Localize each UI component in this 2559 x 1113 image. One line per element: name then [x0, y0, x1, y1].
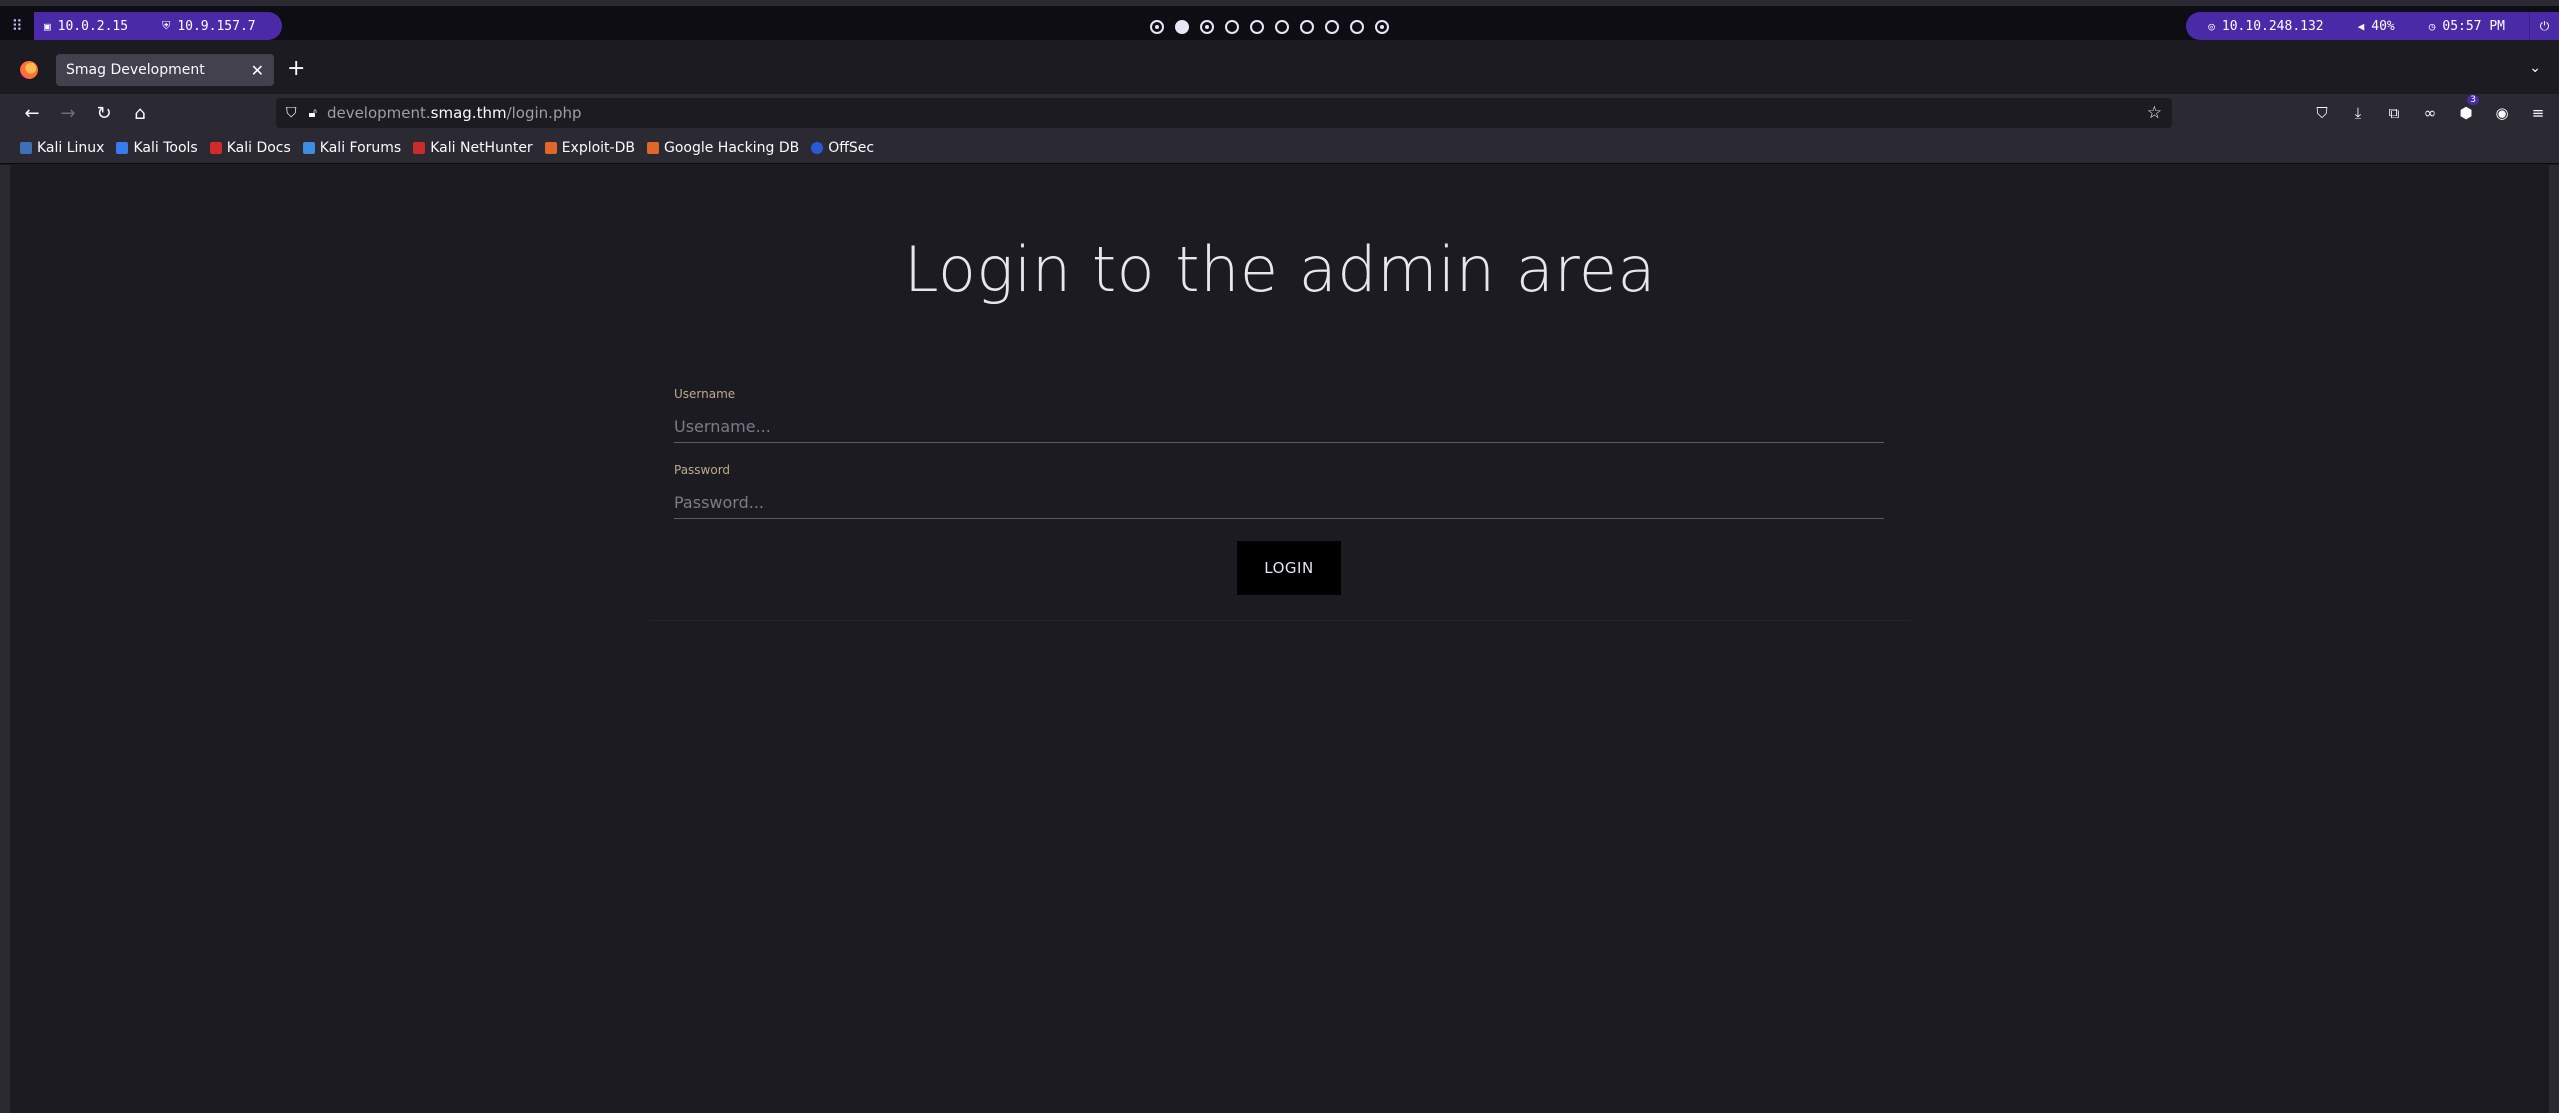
system-bar-right: ◎ 10.10.248.132 ◀ 40% ◷ 05:57 PM ⏻: [2186, 12, 2559, 40]
shield-icon: ⛨: [162, 19, 171, 32]
workspace-7[interactable]: [1300, 20, 1314, 34]
page-title: Login to the admin area: [904, 233, 1656, 306]
home-button[interactable]: ⌂: [128, 101, 152, 125]
extension-badge: 3: [2467, 95, 2479, 105]
pocket-icon[interactable]: ⛉: [2311, 101, 2333, 125]
navigation-bar: ← → ↻ ⌂ ⛉ 🔓︎ development.smag.thm/login.…: [0, 94, 2559, 132]
bookmark-kali-docs[interactable]: Kali Docs: [209, 140, 291, 156]
target-icon: ◎: [2208, 19, 2215, 33]
kali-linux-icon: [20, 141, 32, 154]
chevron-down-icon[interactable]: ⌄: [2529, 60, 2541, 76]
volume[interactable]: ◀ 40%: [2358, 19, 2395, 34]
bookmark-kali-tools[interactable]: Kali Tools: [116, 140, 198, 156]
target-ip: ◎ 10.10.248.132: [2208, 18, 2324, 34]
arrow-right-icon: →: [60, 102, 76, 124]
bookmark-google-hacking-db[interactable]: Google Hacking DB: [646, 140, 799, 156]
grid-icon[interactable]: ⠿: [0, 12, 34, 40]
kali-nethunter-icon: [413, 141, 426, 154]
tab-bar: Smag Development ✕ + ⌄: [0, 46, 2559, 94]
power-icon[interactable]: ⏻: [2529, 12, 2559, 40]
back-button[interactable]: ←: [20, 101, 44, 125]
workspace-1[interactable]: [1150, 20, 1164, 34]
bookmark-kali-nethunter[interactable]: Kali NetHunter: [413, 140, 533, 156]
local-ip: ▣ 10.0.2.15: [44, 18, 129, 34]
status-pill: ◎ 10.10.248.132 ◀ 40% ◷ 05:57 PM: [2186, 12, 2529, 40]
system-bar: ⠿ ▣ 10.0.2.15 ⛨ 10.9.157.7 ◎ 10.10.248.1…: [0, 0, 2559, 40]
bookmark-offsec[interactable]: OffSec: [811, 140, 874, 156]
workspace-9[interactable]: [1350, 20, 1364, 34]
page-viewport: Login to the admin area Username Passwor…: [10, 165, 2549, 1113]
bookmarks-bar: Kali Linux Kali Tools Kali Docs Kali For…: [0, 132, 2559, 164]
speaker-icon: ◀: [2357, 19, 2365, 33]
window-border: [0, 165, 10, 1113]
workspace-10[interactable]: [1375, 20, 1389, 34]
google-hacking-db-icon: [646, 141, 659, 154]
workspace-switcher: [1150, 20, 1389, 34]
clock-icon: ◷: [2428, 19, 2436, 33]
workspace-3[interactable]: [1200, 20, 1214, 34]
username-field-group: Username: [674, 387, 1884, 443]
system-bar-left: ⠿ ▣ 10.0.2.15 ⛨ 10.9.157.7: [0, 12, 282, 40]
extensions-icon[interactable]: ⧉: [2383, 101, 2405, 125]
login-card: Login to the admin area Username Passwor…: [650, 177, 1910, 621]
new-tab-button[interactable]: +: [287, 58, 305, 80]
hamburger-menu-icon[interactable]: ≡: [2527, 101, 2549, 125]
ublock-icon[interactable]: ⬢ 3: [2455, 95, 2479, 125]
password-field-group: Password: [674, 463, 1884, 519]
kali-tools-icon: [116, 141, 129, 154]
toolbar-icons: ⛉ ⤓ ⧉ ∞ ⬢ 3 ◉ ≡: [2311, 95, 2549, 125]
workspace-4[interactable]: [1225, 20, 1239, 34]
tab-smag-development[interactable]: Smag Development ✕: [56, 54, 274, 86]
url-text[interactable]: development.smag.thm/login.php: [327, 104, 582, 122]
network-pill: ▣ 10.0.2.15 ⛨ 10.9.157.7: [34, 12, 282, 40]
scrollbar[interactable]: [2549, 165, 2559, 1113]
firefox-icon: [20, 61, 38, 79]
bookmark-kali-linux[interactable]: Kali Linux: [20, 140, 104, 156]
kali-docs-icon: [209, 141, 222, 154]
workspace-2[interactable]: [1175, 20, 1189, 34]
exploit-db-icon: [544, 141, 557, 154]
foxyproxy-icon[interactable]: ∞: [2419, 101, 2441, 125]
workspace-5[interactable]: [1250, 20, 1264, 34]
bookmark-exploit-db[interactable]: Exploit-DB: [544, 140, 635, 156]
reload-icon: ↻: [96, 102, 112, 124]
download-icon[interactable]: ⤓: [2347, 101, 2369, 125]
clock: ◷ 05:57 PM: [2428, 18, 2505, 34]
username-input[interactable]: [674, 411, 1884, 443]
tracking-protection-icon[interactable]: ⛉: [286, 105, 297, 121]
bookmark-kali-forums[interactable]: Kali Forums: [302, 140, 401, 156]
forward-button[interactable]: →: [56, 101, 80, 125]
monitor-icon: ▣: [44, 19, 51, 33]
password-input[interactable]: [674, 487, 1884, 519]
password-label: Password: [674, 463, 731, 477]
home-icon: ⌂: [134, 102, 146, 124]
workspace-8[interactable]: [1325, 20, 1339, 34]
lock-icon[interactable]: 🔓︎: [309, 106, 317, 121]
address-bar[interactable]: ⛉ 🔓︎ development.smag.thm/login.php ☆: [276, 98, 2172, 128]
kali-forums-icon: [302, 141, 315, 154]
vpn-ip: ⛨ 10.9.157.7: [162, 18, 256, 34]
offsec-icon: [811, 141, 824, 154]
reload-button[interactable]: ↻: [92, 101, 116, 125]
tab-title: Smag Development: [66, 62, 205, 78]
login-button[interactable]: LOGIN: [1237, 541, 1341, 595]
star-icon[interactable]: ☆: [2147, 103, 2162, 123]
cookie-editor-icon[interactable]: ◉: [2491, 101, 2513, 125]
arrow-left-icon: ←: [24, 102, 40, 124]
workspace-6[interactable]: [1275, 20, 1289, 34]
username-label: Username: [674, 387, 736, 401]
close-icon[interactable]: ✕: [251, 61, 264, 80]
